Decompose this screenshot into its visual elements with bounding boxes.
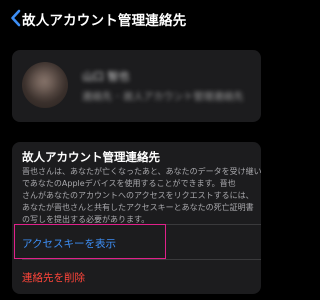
description-line: さんがあなたのアカウントへのアクセスをリクエストするには、 <box>22 191 254 200</box>
highlight-annotation <box>14 224 166 259</box>
divider <box>22 259 261 260</box>
navigation-bar: 故人アカウント管理連絡先 <box>0 0 273 36</box>
contact-name: 山口 智也 <box>82 70 130 83</box>
contact-subtitle: 連絡先 ･ 故人アカウント管理連絡先 <box>82 92 244 103</box>
avatar <box>22 62 68 108</box>
chevron-left-icon <box>11 9 21 27</box>
description-text: 晋也さんは、あなたが亡くなったあと、あなたのデータを受け継い であなたのAppl… <box>22 166 261 226</box>
description-line: あなたが晋也さんと共有したアクセスキーとあなたの死亡証明書 <box>22 203 254 212</box>
description-line: 晋也さんは、あなたが亡くなったあと、あなたのデータを受け継い <box>22 167 261 176</box>
contact-profile-card[interactable]: 山口 智也 連絡先 ･ 故人アカウント管理連絡先 <box>12 50 261 122</box>
page-title: 故人アカウント管理連絡先 <box>22 13 187 29</box>
legacy-contact-info-card: 故人アカウント管理連絡先 晋也さんは、あなたが亡くなったあと、あなたのデータを受… <box>12 142 261 294</box>
delete-contact-button[interactable]: 連絡先を削除 <box>22 270 85 285</box>
description-line: であなたのAppleデバイスを使用することができます。晋也 <box>22 179 236 188</box>
section-title: 故人アカウント管理連絡先 <box>22 150 160 164</box>
